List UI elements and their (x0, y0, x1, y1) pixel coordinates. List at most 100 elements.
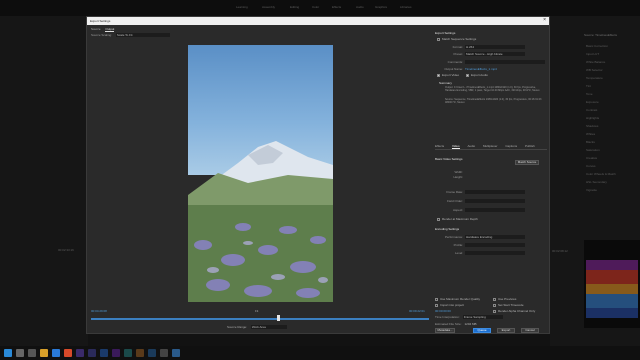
max-render-row[interactable]: Use Maximum Render Quality (435, 297, 480, 301)
time-interpolation-row: Time Interpolation: Frame Sampling (435, 315, 503, 320)
search-icon[interactable] (16, 349, 24, 357)
field-order-select[interactable] (465, 199, 525, 204)
tab-audio[interactable]: Audio (467, 144, 475, 148)
tab-effects[interactable]: Effects (435, 144, 444, 148)
preview-landscape (188, 141, 333, 302)
premiere-pro-icon[interactable] (76, 349, 84, 357)
after-effects-icon[interactable] (112, 349, 120, 357)
chrome-icon[interactable] (64, 349, 72, 357)
aspect-select[interactable] (465, 208, 525, 213)
render-max-depth-row[interactable]: Render at Maximum Depth (437, 217, 478, 221)
format-select[interactable]: H.264 (465, 45, 525, 50)
use-previews-label: Use Previews (498, 297, 517, 301)
tab-video[interactable]: Video (451, 144, 460, 149)
scrub-bar[interactable] (91, 318, 429, 320)
store-icon[interactable] (160, 349, 168, 357)
max-render-label: Use Maximum Render Quality (440, 297, 481, 301)
profile-select[interactable] (465, 243, 525, 248)
tab-publish[interactable]: Publish (525, 144, 535, 148)
output-name-link[interactable]: TimelinesEffects_1.mp4 (465, 67, 497, 71)
match-sequence-checkbox[interactable] (437, 37, 440, 41)
task-view-icon[interactable] (28, 349, 36, 357)
output-name-row: Output Name: TimelinesEffects_1.mp4 (437, 67, 497, 71)
summary-output: Output: C:\Users\...\TimelinesEffects_1.… (445, 86, 540, 92)
encoding-header: Encoding Settings (435, 227, 460, 231)
width-label: Width: (454, 170, 463, 174)
comments-input[interactable] (465, 60, 545, 65)
export-video-checkbox[interactable] (437, 73, 440, 77)
summary-header: Summary (439, 81, 452, 85)
source-range: Source Range: Work Area (227, 325, 287, 329)
performance-select[interactable]: Hardware Encoding (465, 235, 525, 240)
file-explorer-icon[interactable] (40, 349, 48, 357)
taskbar (0, 346, 640, 360)
source-scaling-label: Source Scaling: (91, 33, 113, 37)
timecode-in: 00:04:29:08 (91, 309, 107, 313)
match-source-button[interactable]: Match Source (515, 160, 539, 165)
preset-select[interactable]: Match Source - High bitrate (465, 52, 525, 57)
time-interpolation-select[interactable]: Frame Sampling (462, 315, 503, 320)
tab-source[interactable]: Source (91, 27, 101, 31)
profile-label: Profile: (453, 243, 463, 247)
comments-row: Comments: (437, 60, 545, 65)
performance-row: Performance: Hardware Encoding (437, 235, 525, 240)
tab-multiplexer[interactable]: Multiplexer (483, 144, 498, 148)
export-av-row: Export Video Export Audio (437, 73, 488, 77)
import-project-checkbox[interactable] (435, 303, 438, 307)
file-size-value: 1204 MB (464, 322, 477, 326)
source-range-select[interactable]: Work Area (250, 325, 287, 329)
start-timecode-value[interactable]: 00:00:00:00 (435, 309, 451, 313)
output-name-label: Output Name: (444, 67, 463, 71)
close-icon[interactable]: × (543, 18, 546, 23)
start-timecode-checkbox[interactable] (493, 303, 496, 307)
start-timecode-row[interactable]: Set Start Timecode (493, 303, 524, 307)
level-select[interactable] (465, 251, 525, 256)
audition-icon[interactable] (124, 349, 132, 357)
render-max-depth-checkbox[interactable] (437, 217, 440, 221)
use-previews-checkbox[interactable] (493, 297, 496, 301)
export-audio-checkbox[interactable] (465, 73, 469, 77)
tab-output[interactable]: Output (105, 27, 115, 32)
width-row: Width: (437, 170, 465, 174)
field-order-label: Field Order: (447, 199, 463, 203)
match-sequence-label: Match Sequence Settings (442, 37, 477, 41)
format-label: Format: (452, 45, 463, 49)
format-row: Format: H.264 (437, 45, 525, 50)
match-sequence-row[interactable]: Match Sequence Settings (437, 37, 476, 41)
use-previews-row[interactable]: Use Previews (493, 297, 516, 301)
max-render-checkbox[interactable] (435, 297, 438, 301)
start-timecode-label: Set Start Timecode (498, 303, 524, 307)
playhead[interactable] (277, 315, 280, 321)
edge-icon[interactable] (52, 349, 60, 357)
import-project-row[interactable]: Import into project (435, 303, 464, 307)
lightroom-icon[interactable] (148, 349, 156, 357)
basic-video-header: Basic Video Settings (435, 157, 463, 161)
render-alpha-row[interactable]: Render Alpha Channel Only (493, 309, 535, 313)
frame-rate-select[interactable] (465, 190, 525, 195)
metadata-button[interactable]: Metadata... (435, 328, 455, 333)
frame-rate-label: Frame Rate: (446, 190, 463, 194)
dialog-titlebar: Export Settings × (87, 17, 549, 25)
source-scaling-select[interactable]: Scale To Fit (115, 33, 170, 37)
level-label: Level: (454, 251, 463, 255)
cancel-button[interactable]: Cancel (521, 328, 539, 333)
export-audio-label: Export Audio (470, 73, 488, 77)
import-project-label: Import into project (440, 303, 465, 307)
source-range-label: Source Range: (227, 325, 248, 329)
export-button[interactable]: Export (497, 328, 515, 333)
render-alpha-checkbox[interactable] (493, 309, 496, 313)
photoshop-icon[interactable] (100, 349, 108, 357)
preset-row: Preset: Match Source - High bitrate (437, 52, 525, 57)
queue-button[interactable]: Queue (473, 328, 491, 333)
illustrator-icon[interactable] (136, 349, 144, 357)
media-encoder-icon[interactable] (88, 349, 96, 357)
summary-source: Source: Sequence, TimelinesEffects 1080x… (445, 98, 542, 104)
mail-icon[interactable] (172, 349, 180, 357)
file-size-label: Estimated File Size: (435, 322, 462, 326)
render-max-depth-label: Render at Maximum Depth (442, 217, 478, 221)
fit-select[interactable]: Fit (255, 309, 258, 313)
export-settings-header: Export Settings (435, 31, 456, 35)
render-alpha-label: Render Alpha Channel Only (498, 309, 536, 313)
tab-captions[interactable]: Captions (505, 144, 517, 148)
windows-start-icon[interactable] (4, 349, 12, 357)
